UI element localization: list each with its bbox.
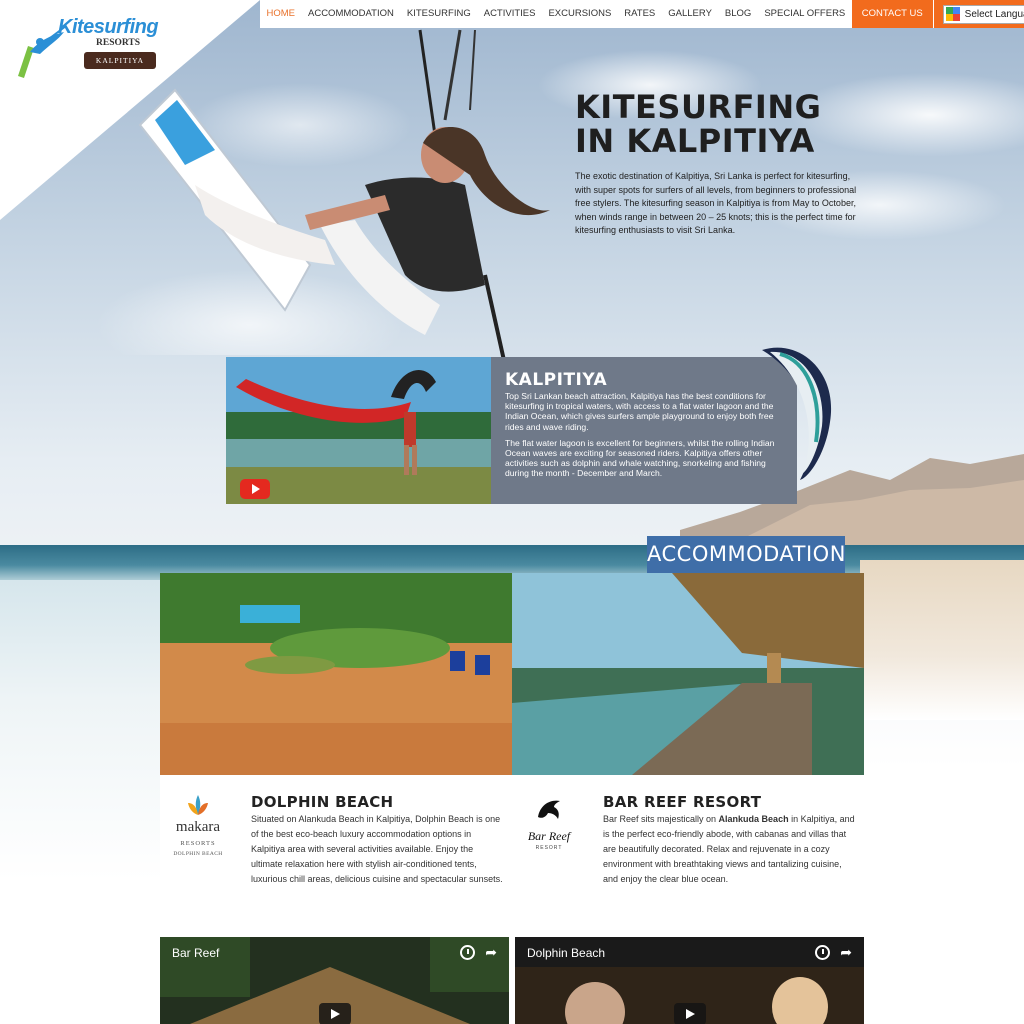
beach-surf	[0, 580, 170, 880]
nav-excursions[interactable]: EXCURSIONS	[542, 0, 618, 28]
nav-kitesurfing[interactable]: KITESURFING	[400, 0, 477, 28]
video-controls: ➦	[815, 945, 852, 960]
nav-blog[interactable]: BLOG	[718, 0, 757, 28]
kalpitiya-paragraph-2: The flat water lagoon is excellent for b…	[505, 437, 775, 479]
bar-reef-logo-word: Bar Reef	[527, 829, 571, 843]
share-icon[interactable]: ➦	[840, 945, 852, 960]
dolphin-beach-title[interactable]: DOLPHIN BEACH	[251, 793, 507, 811]
language-select[interactable]: Select Language ▼	[942, 4, 1024, 24]
kite-image	[762, 347, 832, 480]
logo-banner: KALPITIYA	[84, 52, 156, 69]
video-controls: ➦	[460, 945, 497, 960]
video-title: Dolphin Beach	[527, 946, 606, 960]
main-nav: HOME ACCOMMODATION KITESURFING ACTIVITIE…	[260, 0, 1024, 28]
share-icon[interactable]: ➦	[485, 945, 497, 960]
hero-intro: KITESURFING IN KALPITIYA The exotic dest…	[575, 90, 865, 238]
bar-reef-logo-sub: RESORT	[535, 845, 563, 851]
makara-logo-sub: DOLPHIN BEACH	[173, 851, 223, 857]
dolphin-beach-card: makara RESORTS DOLPHIN BEACH DOLPHIN BEA…	[160, 775, 512, 910]
play-button[interactable]	[318, 1003, 351, 1024]
dolphin-beach-photo[interactable]	[160, 573, 512, 775]
bar-reef-title[interactable]: BAR REEF RESORT	[603, 793, 859, 811]
kalpitiya-panel: KALPITIYA Top Sri Lankan beach attractio…	[491, 357, 797, 504]
dolphin-beach-image	[160, 573, 512, 775]
language-bar: Select Language ▼	[933, 0, 1024, 28]
language-select-label: Select Language	[964, 8, 1024, 20]
makara-logo: makara RESORTS DOLPHIN BEACH	[166, 793, 230, 865]
play-button[interactable]	[673, 1003, 706, 1024]
hero-title: KITESURFING IN KALPITIYA	[575, 88, 822, 160]
logo-resorts: RESORTS	[96, 38, 141, 48]
nav-activities[interactable]: ACTIVITIES	[477, 0, 542, 28]
bar-reef-photo[interactable]	[512, 573, 864, 775]
bar-reef-card: Bar Reef RESORT BAR REEF RESORT Bar Reef…	[512, 775, 864, 910]
nav-accommodation[interactable]: ACCOMMODATION	[302, 0, 401, 28]
bar-reef-description-post: in Kalpitiya, and is the perfect eco-fri…	[603, 814, 855, 884]
bar-reef-description-bold: Alankuda Beach	[718, 814, 789, 824]
youtube-play-icon[interactable]	[240, 479, 270, 499]
bar-reef-image	[512, 573, 864, 775]
beach-sand	[860, 560, 1024, 720]
watch-later-icon[interactable]	[815, 945, 831, 960]
nav-gallery[interactable]: GALLERY	[662, 0, 719, 28]
video-title: Bar Reef	[172, 946, 220, 960]
kalpitiya-video-thumbnail[interactable]	[226, 357, 491, 504]
nav-rates[interactable]: RATES	[618, 0, 662, 28]
nav-home[interactable]: HOME	[260, 0, 302, 28]
watch-later-icon[interactable]	[460, 945, 476, 960]
bar-reef-logo: Bar Reef RESORT	[516, 795, 582, 855]
makara-logo-word: makara	[175, 819, 221, 835]
nav-contact-us[interactable]: CONTACT US	[851, 0, 933, 28]
bar-reef-description: Bar Reef sits majestically on Alankuda B…	[603, 812, 859, 887]
dolphin-beach-description: Situated on Alankuda Beach in Kalpitiya,…	[251, 814, 503, 884]
google-translate-icon	[945, 7, 960, 21]
kitesurfer-hero-image	[138, 29, 550, 366]
dolphin-beach-video[interactable]: Dolphin Beach ➦	[515, 937, 864, 1024]
site-logo[interactable]: Kitesurfing RESORTS KALPITIYA	[14, 14, 179, 84]
dolphin-logo-icon	[538, 800, 560, 819]
makara-logo-resorts: RESORTS	[180, 840, 216, 847]
lotus-logo-icon	[188, 795, 208, 815]
logo-title: Kitesurfing	[58, 16, 159, 38]
kalpitiya-paragraph-1: Top Sri Lankan beach attraction, Kalpiti…	[505, 391, 774, 432]
bar-reef-description-pre: Bar Reef sits majestically on	[603, 814, 719, 824]
nav-special-offers[interactable]: SPECIAL OFFERS	[758, 0, 852, 28]
accommodation-heading[interactable]: ACCOMMODATION	[647, 536, 845, 573]
bar-reef-video[interactable]: Bar Reef ➦	[160, 937, 509, 1024]
hero-description: The exotic destination of Kalpitiya, Sri…	[575, 171, 857, 235]
kalpitiya-title: KALPITIYA	[505, 370, 608, 390]
